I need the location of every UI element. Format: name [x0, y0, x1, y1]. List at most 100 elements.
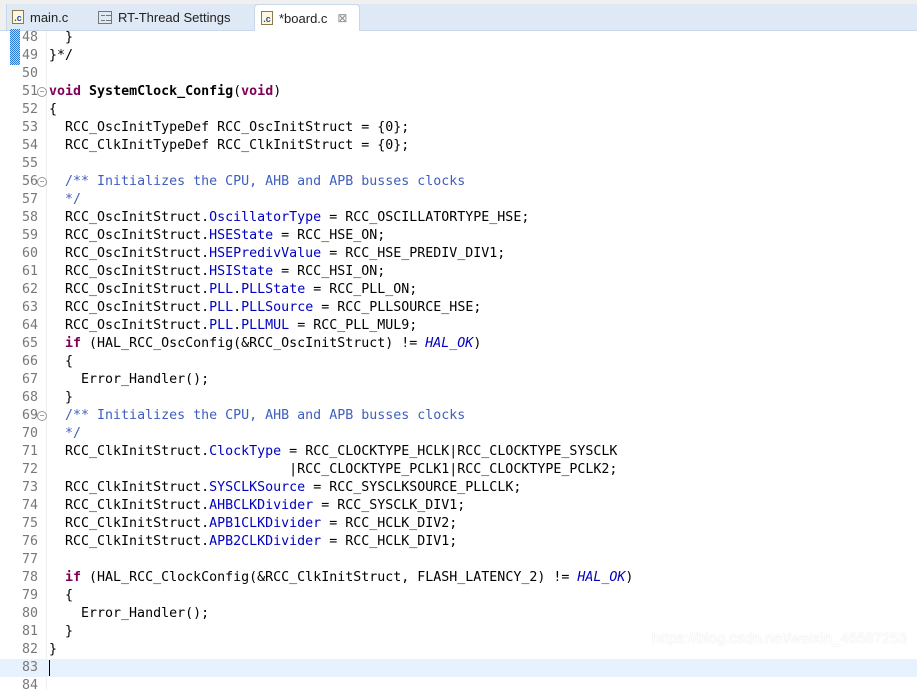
line-number: 70	[22, 426, 39, 441]
code-token: PLL	[209, 318, 234, 333]
code-token: PLLMUL	[241, 318, 290, 333]
code-line[interactable]: 61 RCC_OscInitStruct.HSIState = RCC_HSI_…	[0, 263, 917, 281]
code-text: Error_Handler();	[49, 605, 209, 623]
code-text: }*/	[49, 47, 73, 65]
code-line[interactable]: 72 |RCC_CLOCKTYPE_PCLK1|RCC_CLOCKTYPE_PC…	[0, 461, 917, 479]
code-token: RCC_ClkInitStruct.	[49, 534, 210, 549]
code-token: APB1CLKDivider	[209, 516, 322, 531]
c-file-icon: .c	[12, 10, 24, 24]
code-line[interactable]: 78 if (HAL_RCC_ClockConfig(&RCC_ClkInitS…	[0, 569, 917, 587]
code-line[interactable]: 48 }	[0, 29, 917, 47]
fold-toggle-icon[interactable]: −	[37, 177, 47, 187]
line-number: 53	[22, 120, 39, 135]
code-line[interactable]: 50	[0, 65, 917, 83]
tab-main-c[interactable]: .c main.c	[12, 4, 68, 30]
code-line[interactable]: 75 RCC_ClkInitStruct.APB1CLKDivider = RC…	[0, 515, 917, 533]
code-line[interactable]: 60 RCC_OscInitStruct.HSEPredivValue = RC…	[0, 245, 917, 263]
code-line[interactable]: 59 RCC_OscInitStruct.HSEState = RCC_HSE_…	[0, 227, 917, 245]
code-text: RCC_OscInitStruct.OscillatorType = RCC_O…	[49, 209, 529, 227]
tab-rt-thread-settings[interactable]: RT-Thread Settings	[98, 4, 230, 30]
code-line[interactable]: 58 RCC_OscInitStruct.OscillatorType = RC…	[0, 209, 917, 227]
close-icon[interactable]: ⊠	[337, 11, 347, 25]
code-token: SystemClock_Config	[89, 84, 234, 99]
code-token: */	[65, 426, 82, 441]
code-token: RCC_OscInitTypeDef RCC_OscInitStruct = {…	[49, 120, 410, 135]
code-token: RCC_OscInitStruct.	[49, 300, 210, 315]
line-number: 65	[22, 336, 39, 351]
fold-toggle-icon[interactable]: −	[37, 87, 47, 97]
code-editor[interactable]: 48 } 49}*/50 51− void SystemClock_Config(vo…	[0, 29, 917, 693]
code-token: RCC_OscInitStruct.	[49, 210, 210, 225]
code-text: RCC_ClkInitStruct.ClockType = RCC_CLOCKT…	[49, 443, 617, 461]
code-line[interactable]: 56− /** Initializes the CPU, AHB and APB…	[0, 173, 917, 191]
code-text: if (HAL_RCC_OscConfig(&RCC_OscInitStruct…	[49, 335, 481, 353]
line-number: 76	[22, 534, 39, 549]
code-token: HAL_OK	[577, 570, 626, 585]
code-line[interactable]: 51− void SystemClock_Config(void)	[0, 83, 917, 101]
code-line[interactable]: 49 }*/	[0, 47, 917, 65]
code-line[interactable]: 74 RCC_ClkInitStruct.AHBCLKDivider = RCC…	[0, 497, 917, 515]
line-number: 60	[22, 246, 39, 261]
code-line[interactable]: 62 RCC_OscInitStruct.PLL.PLLState = RCC_…	[0, 281, 917, 299]
line-number: 83	[22, 660, 39, 675]
code-line[interactable]: 83	[0, 659, 917, 677]
code-token: */	[65, 192, 82, 207]
code-token: void	[49, 84, 82, 99]
code-token: }*/	[49, 48, 74, 63]
line-number: 78	[22, 570, 39, 585]
code-line[interactable]: 84	[0, 677, 917, 695]
code-line[interactable]: 54 RCC_ClkInitTypeDef RCC_ClkInitStruct …	[0, 137, 917, 155]
code-token: RCC_OscInitStruct.	[49, 318, 210, 333]
code-text: RCC_OscInitStruct.PLL.PLLMUL = RCC_PLL_M…	[49, 317, 417, 335]
code-line[interactable]: 53 RCC_OscInitTypeDef RCC_OscInitStruct …	[0, 119, 917, 137]
code-line[interactable]: 67 Error_Handler();	[0, 371, 917, 389]
code-token: = RCC_PLLSOURCE_HSE;	[313, 300, 482, 315]
line-number: 55	[22, 156, 39, 171]
code-text: RCC_ClkInitStruct.SYSCLKSource = RCC_SYS…	[49, 479, 521, 497]
code-token: (	[233, 84, 242, 99]
code-line[interactable]: 65 if (HAL_RCC_OscConfig(&RCC_OscInitStr…	[0, 335, 917, 353]
code-token: /** Initializes the CPU, AHB and APB bus…	[65, 408, 466, 423]
code-token: PLLState	[241, 282, 306, 297]
code-line[interactable]: 66 {	[0, 353, 917, 371]
code-line[interactable]: 80 Error_Handler();	[0, 605, 917, 623]
code-line[interactable]: 64 RCC_OscInitStruct.PLL.PLLMUL = RCC_PL…	[0, 317, 917, 335]
code-token: Error_Handler();	[49, 606, 210, 621]
code-line[interactable]: 69− /** Initializes the CPU, AHB and APB…	[0, 407, 917, 425]
code-token: )	[473, 336, 482, 351]
code-line[interactable]: 76 RCC_ClkInitStruct.APB2CLKDivider = RC…	[0, 533, 917, 551]
fold-toggle-icon[interactable]: −	[37, 411, 47, 421]
code-text: }	[49, 641, 57, 659]
code-line[interactable]: 73 RCC_ClkInitStruct.SYSCLKSource = RCC_…	[0, 479, 917, 497]
code-line[interactable]: 57 */	[0, 191, 917, 209]
code-line[interactable]: 79 {	[0, 587, 917, 605]
line-number: 71	[22, 444, 39, 459]
code-line[interactable]: 77	[0, 551, 917, 569]
code-token: PLL	[209, 300, 234, 315]
code-line[interactable]: 52 {	[0, 101, 917, 119]
code-text: void SystemClock_Config(void)	[49, 83, 281, 101]
line-number: 66	[22, 354, 39, 369]
code-line[interactable]: 55	[0, 155, 917, 173]
code-line[interactable]: 63 RCC_OscInitStruct.PLL.PLLSource = RCC…	[0, 299, 917, 317]
code-token: = RCC_PLL_MUL9;	[289, 318, 418, 333]
code-text: */	[49, 425, 81, 443]
code-token: = RCC_CLOCKTYPE_HCLK|RCC_CLOCKTYPE_SYSCL…	[281, 444, 618, 459]
line-number: 79	[22, 588, 39, 603]
code-token: {	[49, 588, 74, 603]
code-token: PLL	[209, 282, 234, 297]
code-line[interactable]: 71 RCC_ClkInitStruct.ClockType = RCC_CLO…	[0, 443, 917, 461]
tab-board-c[interactable]: .c *board.c ⊠	[254, 4, 360, 31]
line-number: 62	[22, 282, 39, 297]
code-token: HSEPredivValue	[209, 246, 322, 261]
line-number: 49	[22, 48, 39, 63]
code-line[interactable]: 68 }	[0, 389, 917, 407]
code-line[interactable]: 70 */	[0, 425, 917, 443]
code-text: /** Initializes the CPU, AHB and APB bus…	[49, 173, 465, 191]
code-token: = RCC_HSE_PREDIV_DIV1;	[321, 246, 506, 261]
